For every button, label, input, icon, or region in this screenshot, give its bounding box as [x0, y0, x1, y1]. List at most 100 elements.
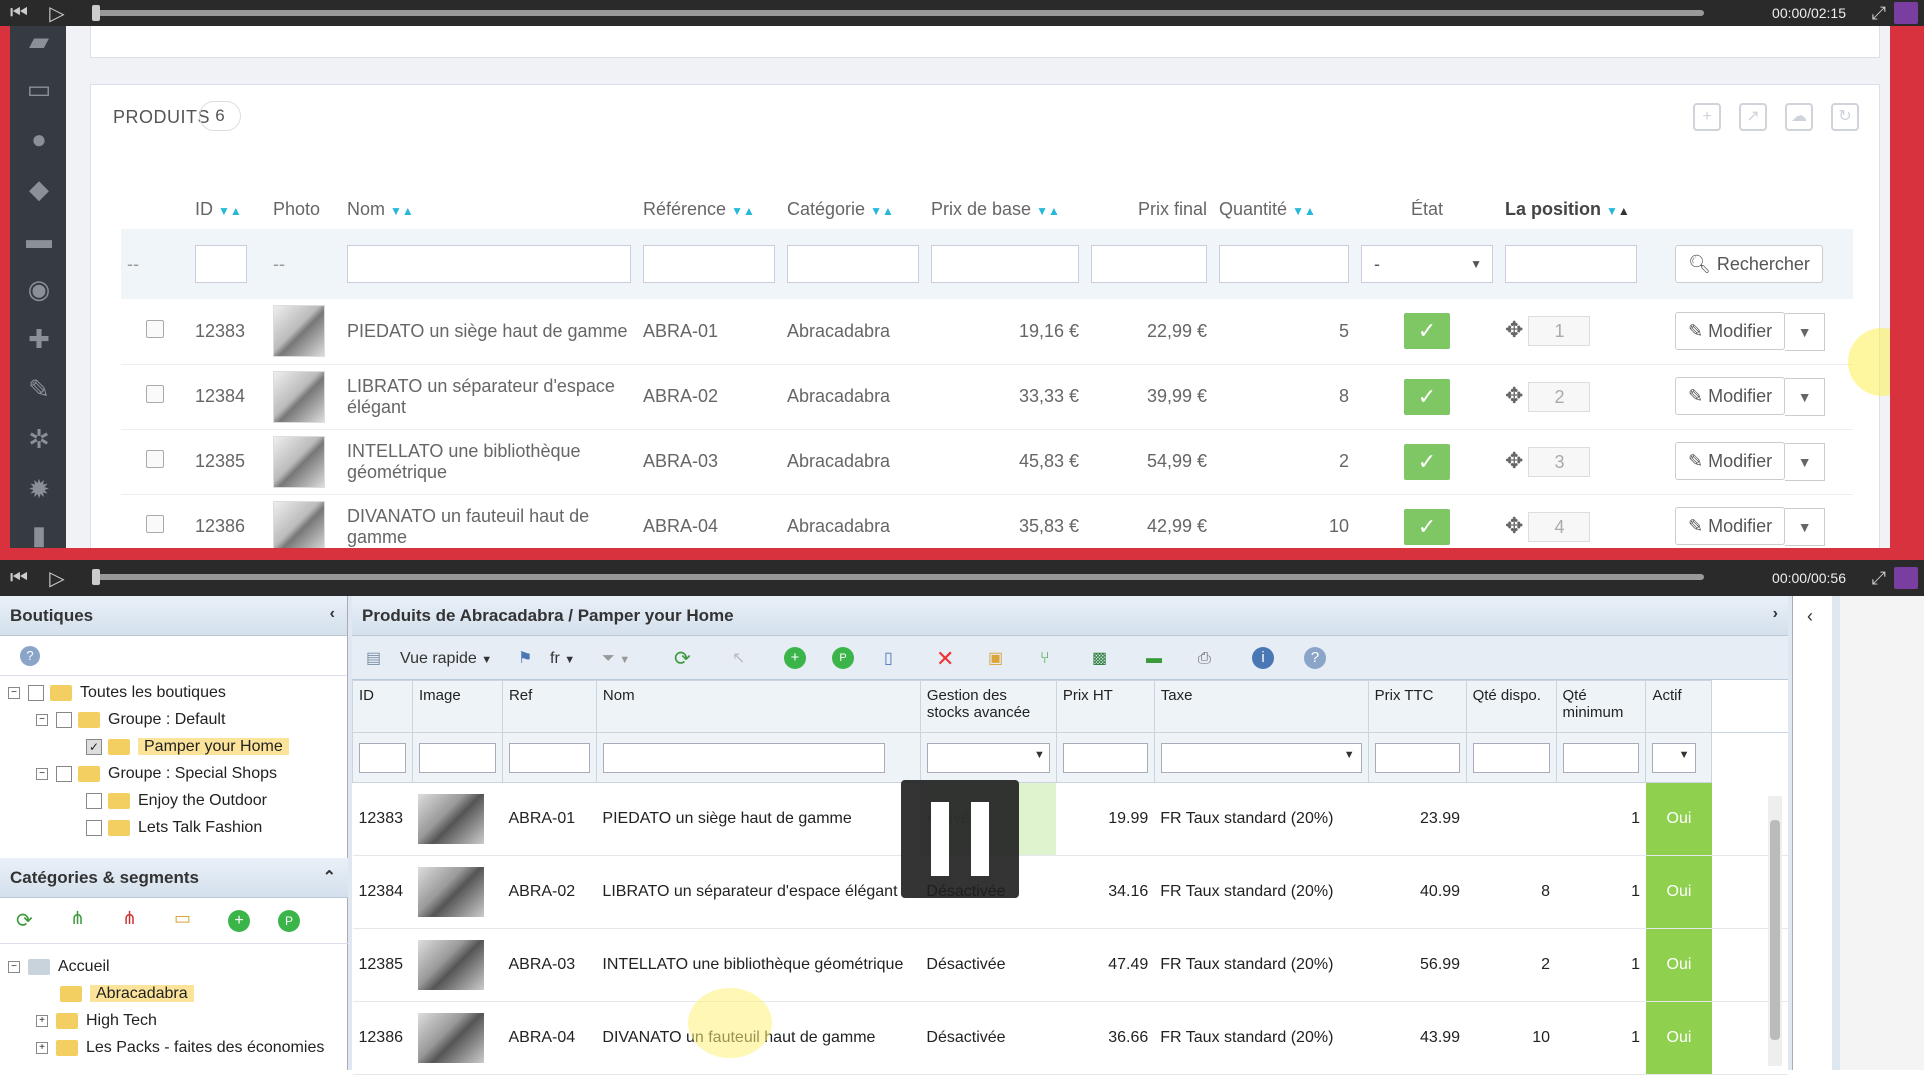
col-reference[interactable]: Référence ▼▲: [637, 189, 781, 229]
filter-category-input[interactable]: [787, 245, 919, 283]
col-tax[interactable]: Taxe: [1153, 680, 1369, 733]
tree-node-fashion[interactable]: Lets Talk Fashion: [86, 815, 262, 841]
top-seek-handle[interactable]: [92, 5, 100, 21]
pause-icon[interactable]: [901, 780, 1019, 898]
filter-name-input[interactable]: [602, 742, 885, 773]
edit-dropdown-caret[interactable]: ▼: [1785, 312, 1826, 351]
excel-icon[interactable]: ▩: [1092, 646, 1107, 672]
edit-button[interactable]: ✎ Modifier: [1675, 377, 1786, 416]
add-page-icon[interactable]: P: [278, 910, 300, 932]
skip-back-icon[interactable]: ⏮: [0, 567, 38, 590]
row-checkbox[interactable]: [146, 319, 164, 338]
grid-view-icon[interactable]: ▤: [366, 646, 381, 672]
shipping-icon[interactable]: ▬: [22, 224, 56, 254]
help-icon[interactable]: ?: [20, 646, 40, 666]
settings-icon[interactable]: ✹: [22, 474, 56, 504]
col-ref[interactable]: Ref: [501, 680, 597, 733]
table-row[interactable]: 12385 ABRA-03 INTELLATO une bibliothèque…: [352, 928, 1788, 1002]
quick-view-select[interactable]: Vue rapide ▼: [400, 646, 492, 672]
state-enabled-toggle[interactable]: ✓: [1404, 443, 1450, 480]
filter-id-input[interactable]: [359, 742, 406, 773]
filter-ttc-input[interactable]: [1374, 742, 1460, 773]
tree-collapse-icon[interactable]: ⋔: [122, 908, 137, 929]
modules-icon[interactable]: ✚: [22, 324, 56, 354]
edit-button[interactable]: ✎ Modifier: [1675, 312, 1786, 350]
refresh-icon[interactable]: ↻: [1831, 103, 1859, 131]
play-icon[interactable]: ▷: [38, 566, 76, 591]
filter-position-input[interactable]: [1505, 245, 1637, 283]
edit-button[interactable]: ✎ Modifier: [1675, 507, 1786, 546]
search-button[interactable]: 🔍︎ Rechercher: [1675, 245, 1823, 283]
money-icon[interactable]: ▬: [1146, 646, 1162, 672]
edit-dropdown-caret[interactable]: ▼: [1785, 377, 1826, 416]
filter-stock-select[interactable]: ▼: [926, 742, 1050, 773]
chevron-left-icon[interactable]: ‹: [330, 605, 335, 623]
filter-ref-input[interactable]: [508, 742, 590, 773]
col-id[interactable]: ID ▼▲: [189, 189, 267, 229]
tree-node-group-default[interactable]: − Groupe : Default: [36, 707, 225, 733]
col-stock-mgmt[interactable]: Gestion des stocks avancée: [919, 680, 1057, 733]
filter-min-input[interactable]: [1562, 742, 1640, 773]
wrench-icon[interactable]: ✎: [22, 374, 56, 404]
customers-icon[interactable]: ●: [22, 124, 56, 154]
tree-node-group-special[interactable]: − Groupe : Special Shops: [36, 761, 277, 787]
tree-node-packs[interactable]: + Les Packs - faites des économies: [36, 1035, 324, 1061]
tree-node-outdoor[interactable]: Enjoy the Outdoor: [86, 788, 267, 814]
tree-node-high-tech[interactable]: + High Tech: [36, 1008, 157, 1034]
table-row[interactable]: 12383 ABRA-01 PIEDATO un siège haut de g…: [352, 782, 1788, 856]
col-name[interactable]: Nom: [595, 680, 921, 733]
tree-expand-icon[interactable]: ⋔: [70, 908, 85, 929]
drag-move-icon[interactable]: ✥: [1505, 317, 1523, 342]
filter-reference-input[interactable]: [643, 245, 775, 283]
add-circle-icon[interactable]: +: [784, 647, 806, 669]
col-qty-available[interactable]: Qté dispo.: [1465, 680, 1557, 733]
filter-icon[interactable]: ⏷ ▼: [602, 646, 630, 672]
row-checkbox[interactable]: [146, 450, 164, 468]
col-active[interactable]: Actif: [1645, 680, 1713, 733]
print-icon[interactable]: ⎙: [1198, 646, 1211, 672]
drag-move-icon[interactable]: ✥: [1505, 448, 1523, 473]
col-name[interactable]: Nom ▼▲: [341, 189, 637, 229]
table-row[interactable]: 12384 ABRA-02 LIBRATO un séparateur d'es…: [352, 855, 1788, 929]
orders-icon[interactable]: ▰: [22, 26, 56, 56]
table-row[interactable]: 12384 LIBRATO un séparateur d'espace élé…: [121, 364, 1853, 430]
cloud-icon[interactable]: ☁: [1785, 103, 1813, 131]
payment-icon[interactable]: ▭: [22, 74, 56, 104]
filter-tax-select[interactable]: ▼: [1160, 742, 1362, 773]
col-price-ttc[interactable]: Prix TTC: [1367, 680, 1467, 733]
fullscreen-icon[interactable]: ⤢: [1872, 3, 1886, 24]
language-icon[interactable]: ⚑: [518, 646, 532, 672]
add-circle-icon[interactable]: +: [228, 910, 250, 932]
gears-icon[interactable]: ✲: [22, 424, 56, 454]
edit-dropdown-caret[interactable]: ▼: [1785, 507, 1826, 546]
chevron-right-icon[interactable]: ›: [1773, 605, 1778, 623]
state-enabled-toggle[interactable]: ✓: [1404, 313, 1450, 350]
chevron-up-icon[interactable]: ⌃: [323, 867, 336, 887]
page-icon[interactable]: ▯: [884, 646, 893, 672]
filter-image-input[interactable]: [418, 742, 496, 773]
refresh-icon[interactable]: ⟳: [674, 646, 691, 672]
grid-scrollbar[interactable]: [1768, 796, 1782, 1066]
stats-icon[interactable]: ▮: [22, 520, 56, 548]
filter-name-input[interactable]: [347, 245, 631, 283]
refresh-icon[interactable]: ⟳: [16, 908, 33, 933]
col-qty-minimum[interactable]: Qté minimum: [1555, 680, 1647, 733]
info-icon[interactable]: i: [1252, 647, 1274, 669]
active-cell[interactable]: Oui: [1645, 1001, 1712, 1075]
edit-button[interactable]: ✎ Modifier: [1675, 442, 1786, 481]
state-enabled-toggle[interactable]: ✓: [1404, 508, 1450, 545]
tree-icon[interactable]: ⑂: [1040, 646, 1050, 672]
col-category[interactable]: Catégorie ▼▲: [781, 189, 925, 229]
tree-node-all[interactable]: − Toutes les boutiques: [8, 680, 226, 706]
tree-node-home[interactable]: − Accueil: [8, 954, 110, 980]
delete-icon[interactable]: ✕: [936, 646, 954, 672]
filter-final-price-input[interactable]: [1091, 245, 1207, 283]
bottom-seek-bar[interactable]: [98, 574, 1704, 580]
table-row[interactable]: 12386 DIVANATO un fauteuil haut de gamme…: [121, 494, 1853, 548]
active-cell[interactable]: Oui: [1645, 928, 1712, 1002]
tags-icon[interactable]: ◆: [22, 174, 56, 204]
table-row[interactable]: 12386 ABRA-04 DIVANATO un fauteuil haut …: [352, 1001, 1788, 1075]
row-checkbox[interactable]: [146, 515, 164, 533]
col-position[interactable]: La position ▼▲: [1499, 189, 1669, 229]
edit-dropdown-caret[interactable]: ▼: [1785, 442, 1826, 481]
